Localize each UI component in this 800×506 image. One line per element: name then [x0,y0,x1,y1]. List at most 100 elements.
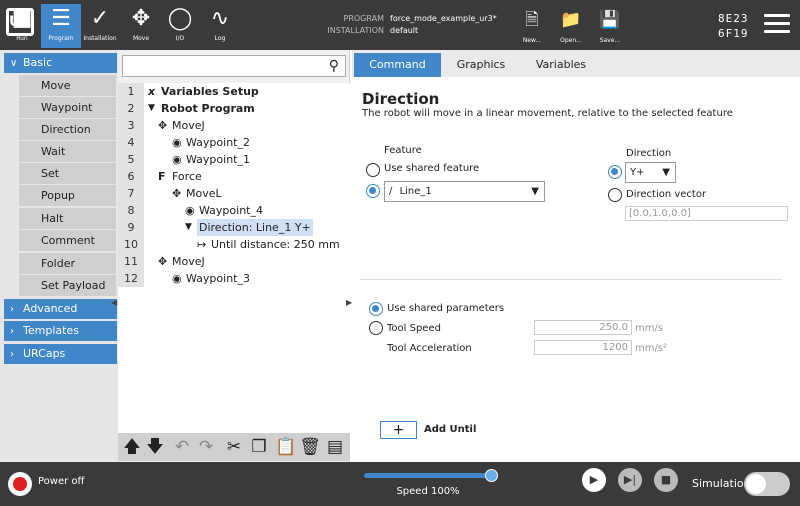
speed-slider[interactable] [364,469,498,482]
sidebar-item-direction[interactable]: Direction [19,119,116,140]
simulation-toggle[interactable] [744,472,790,496]
sidebar-section-urcaps[interactable]: › URCaps [4,344,117,364]
speed-slider-handle[interactable] [485,469,498,482]
installation-icon: ✓ [90,6,110,31]
play-icon: ▶ [589,473,599,486]
direction-dropdown[interactable]: Y+ ▼ [625,162,676,183]
top-bar: UR ■ Run ☰ Program ✓ Installation ✥ Move ◯ I/… [0,0,800,50]
open-button[interactable]: 📁 Open... [553,8,589,45]
sidebar-section-templates[interactable]: › Templates [4,321,117,341]
sidebar-item-waypoint[interactable]: Waypoint [19,97,116,118]
version-line-1: 8E23 [718,12,749,25]
tab-bar: Command Graphics Variables [352,50,800,77]
tree-row[interactable]: 4 ◉ Waypoint_2 [118,134,350,151]
nav-io[interactable]: ◯ I/O [160,4,200,48]
version-line-2: 6F19 [718,27,749,40]
sidebar-item-halt[interactable]: Halt [19,208,116,229]
feature-select-radio[interactable] [366,184,380,198]
nav-log[interactable]: ∿ Log [200,4,240,48]
feature-label: Feature [384,145,422,156]
sidebar-item-set[interactable]: Set [19,163,116,184]
move-icon: ✥ [172,187,182,200]
io-icon: ◯ [167,6,193,31]
move-up-icon[interactable]: 🡅 [121,436,143,458]
play-button[interactable]: ▶ [582,468,606,492]
paste-icon[interactable]: 📋 [275,436,297,458]
copy-icon[interactable]: ❐ [248,436,270,458]
custom-parameters-radio[interactable] [369,321,383,335]
program-name: force_mode_example_ur3* [390,14,497,23]
tree-search-input[interactable]: ⚲ [122,55,346,77]
sidebar: ∨ Basic Move Waypoint Direction Wait Set … [0,50,118,462]
tool-acceleration-field[interactable]: 1200 [534,340,632,355]
hamburger-menu-icon[interactable] [764,14,790,34]
undo-icon[interactable]: ↶ [171,436,193,458]
direction-vector-label: Direction vector [626,189,707,200]
direction-select-radio[interactable] [608,165,622,179]
tab-variables[interactable]: Variables [521,53,601,77]
tab-command[interactable]: Command [354,53,441,77]
redo-icon[interactable]: ↷ [195,436,217,458]
move-icon: ✥ [158,255,168,268]
save-button[interactable]: 💾 Save... [592,8,628,45]
direction-vector-radio[interactable] [608,188,622,202]
installation-label: INSTALLATION [327,26,384,35]
direction-vector-field[interactable]: [0.0,1.0,0.0] [625,206,788,221]
nav-installation[interactable]: ✓ Installation [80,4,120,48]
tree-row-selected[interactable]: 9 ▼ Direction: Line_1 Y+ [118,219,350,236]
expand-arrow-icon: ▼ [148,103,155,113]
tree-row[interactable]: 11 ✥ MoveJ [118,253,350,270]
page-description: The robot will move in a linear movement… [362,108,733,119]
cut-icon[interactable]: ✂ [223,436,245,458]
sidebar-item-folder[interactable]: Folder [19,253,116,274]
delete-icon[interactable]: 🗑 [299,436,321,458]
simulation-label: Simulation [692,477,751,490]
use-shared-feature-radio[interactable] [366,163,380,177]
sidebar-item-comment[interactable]: Comment [19,230,116,251]
tree-row[interactable]: 2 ▼ Robot Program [118,100,350,117]
step-button[interactable]: ▶| [618,468,642,492]
search-icon[interactable]: ⚲ [329,58,339,74]
tree-row[interactable]: 1 x Variables Setup [118,83,350,100]
nav-run[interactable]: ■ Run [2,4,42,48]
waypoint-icon: ◉ [185,204,195,217]
nav-program[interactable]: ☰ Program [41,4,81,48]
until-icon: ↦ [197,238,207,251]
nav-move[interactable]: ✥ Move [121,4,161,48]
sidebar-section-basic[interactable]: ∨ Basic [4,53,117,73]
tab-graphics[interactable]: Graphics [441,53,521,77]
program-label: PROGRAM [343,14,385,23]
use-shared-feature-label: Use shared feature [384,163,480,174]
new-button[interactable]: 🗎 New... [514,8,550,45]
tree-row[interactable]: 7 ✥ MoveL [118,185,350,202]
tree-row[interactable]: 12 ◉ Waypoint_3 [118,270,350,287]
tree-row[interactable]: 3 ✥ MoveJ [118,117,350,134]
stop-button[interactable]: ■ [654,468,678,492]
divider [360,279,782,280]
sidebar-item-move[interactable]: Move [19,75,116,96]
feature-dropdown[interactable]: ∕ Line_1 ▼ [384,181,545,202]
program-values: force_mode_example_ur3* default [390,13,497,37]
sidebar-item-wait[interactable]: Wait [19,141,116,162]
use-shared-parameters-radio[interactable] [369,302,383,316]
tool-speed-label: Tool Speed [387,323,441,334]
waypoint-icon: ◉ [172,136,182,149]
sidebar-item-popup[interactable]: Popup [19,185,116,206]
tree-toolbar: 🡅 🡇 ↶ ↷ ✂ ❐ 📋 🗑 ▤ [118,433,350,461]
collapse-left-handle-icon[interactable]: ◀ [111,298,117,307]
tree-row[interactable]: 10 ↦ Until distance: 250 mm [118,236,350,253]
version-info: 8E23 6F19 [718,11,749,41]
chevron-right-icon: › [10,349,14,360]
power-button[interactable] [8,472,32,496]
suppress-icon[interactable]: ▤ [324,436,346,458]
tree-row[interactable]: 5 ◉ Waypoint_1 [118,151,350,168]
power-label: Power off [38,476,85,487]
add-until-button[interactable]: + [380,421,417,439]
move-down-icon[interactable]: 🡇 [144,436,166,458]
sidebar-section-advanced[interactable]: › Advanced [4,299,117,319]
tree-row[interactable]: 6 F Force [118,168,350,185]
direction-label: Direction [626,148,672,159]
sidebar-item-set-payload[interactable]: Set Payload [19,275,116,296]
tree-row[interactable]: 8 ◉ Waypoint_4 [118,202,350,219]
tool-speed-field[interactable]: 250.0 [534,320,632,335]
